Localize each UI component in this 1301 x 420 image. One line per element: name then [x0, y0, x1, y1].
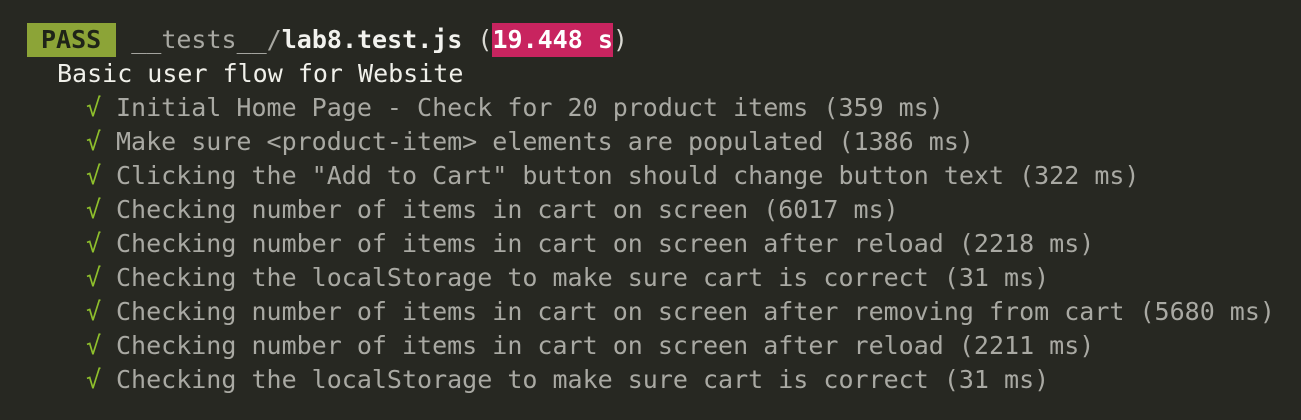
close-paren: )	[612, 25, 628, 54]
test-result-text: Clicking the "Add to Cart" button should…	[116, 161, 1140, 190]
test-result-text: Checking number of items in cart on scre…	[116, 297, 1275, 326]
check-mark-icon: √	[86, 93, 102, 122]
check-mark-icon: √	[86, 297, 102, 326]
pass-status-badge: PASS	[27, 23, 117, 57]
check-mark-icon: √	[86, 127, 102, 156]
test-result-text: Make sure <product-item> elements are po…	[116, 127, 974, 156]
test-result-row: √ Checking the localStorage to make sure …	[0, 363, 1301, 397]
check-mark-icon: √	[86, 195, 102, 224]
test-result-row: √ Checking number of items in cart on scr…	[0, 295, 1301, 329]
test-duration-badge: 19.448 s	[492, 23, 613, 57]
check-mark-icon: √	[86, 229, 102, 258]
terminal-output: PASS __tests__/lab8.test.js (19.448 s) Ba…	[0, 0, 1301, 420]
test-result-text: Initial Home Page - Check for 20 product…	[116, 93, 944, 122]
check-mark-icon: √	[86, 161, 102, 190]
check-mark-icon: √	[86, 365, 102, 394]
test-result-row: √ Checking number of items in cart on scr…	[0, 227, 1301, 261]
test-result-text: Checking number of items in cart on scre…	[116, 331, 1095, 360]
test-result-row: √ Checking number of items in cart on scr…	[0, 193, 1301, 227]
check-mark-icon: √	[86, 263, 102, 292]
test-result-text: Checking the localStorage to make sure c…	[116, 263, 1050, 292]
test-result-text: Checking the localStorage to make sure c…	[116, 365, 1050, 394]
test-result-row: √ Make sure <product-item> elements are p…	[0, 125, 1301, 159]
test-result-row: √ Checking the localStorage to make sure …	[0, 261, 1301, 295]
test-file-name: lab8.test.js	[281, 25, 463, 54]
test-file-directory: __tests__/	[131, 25, 282, 54]
test-result-row: √ Checking number of items in cart on scr…	[0, 329, 1301, 363]
test-suite-title: Basic user flow for Website	[57, 59, 464, 88]
test-result-row: √ Initial Home Page - Check for 20 produc…	[0, 91, 1301, 125]
test-result-text: Checking number of items in cart on scre…	[116, 195, 899, 224]
test-result-row: √ Clicking the "Add to Cart" button shoul…	[0, 159, 1301, 193]
open-paren: (	[462, 25, 493, 54]
test-file-header: PASS __tests__/lab8.test.js (19.448 s)	[0, 23, 1301, 57]
check-mark-icon: √	[86, 331, 102, 360]
test-result-text: Checking number of items in cart on scre…	[116, 229, 1095, 258]
